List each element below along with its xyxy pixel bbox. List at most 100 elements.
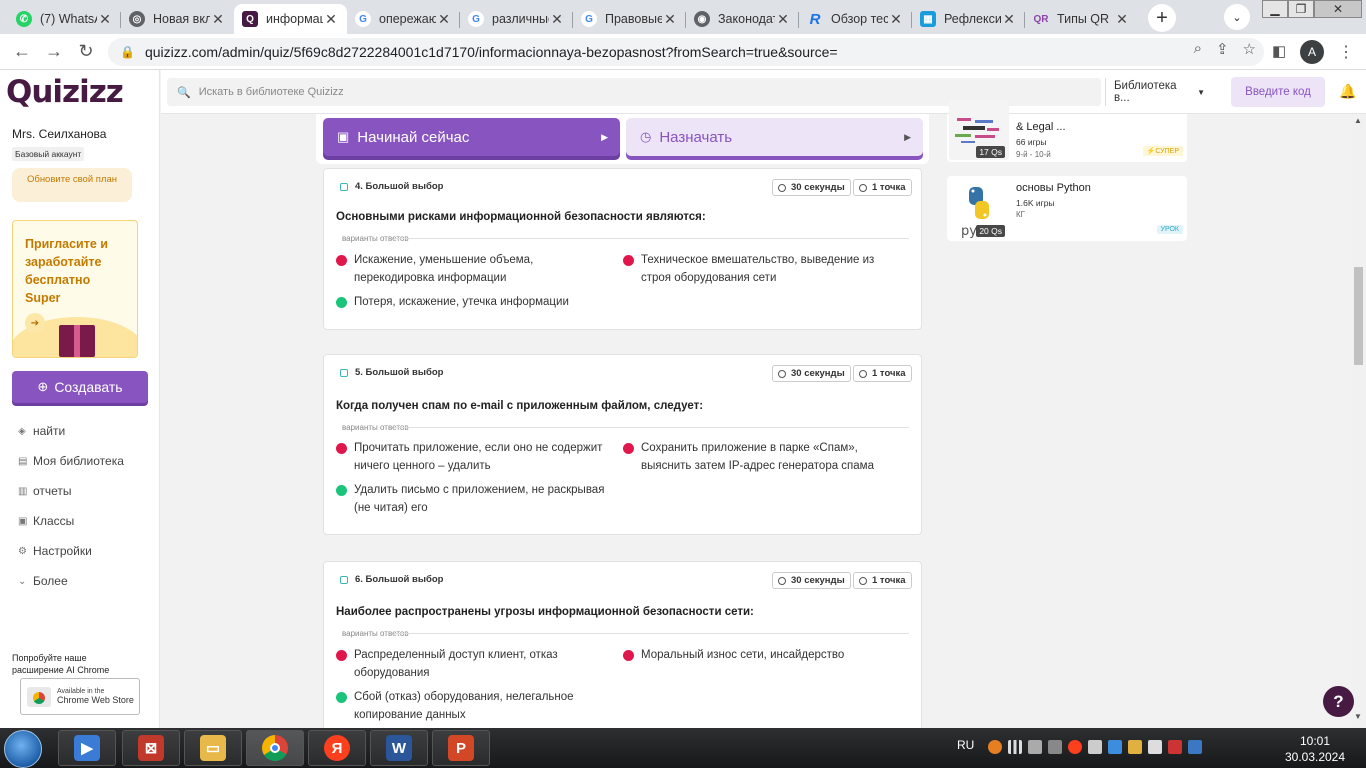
taskbar-media-player[interactable]: ▶ bbox=[58, 730, 116, 766]
taskbar-app[interactable]: ⊠ bbox=[122, 730, 180, 766]
time-badge[interactable]: 30 секунды bbox=[772, 179, 851, 196]
enter-code-button[interactable]: Введите код bbox=[1231, 77, 1325, 107]
scroll-down-icon[interactable]: ▼ bbox=[1354, 712, 1362, 721]
sidebar-item-library[interactable]: ▤ Моя библиотека bbox=[18, 454, 124, 468]
create-button[interactable]: ⊕ Создавать bbox=[12, 371, 148, 403]
sidebar-item-reports[interactable]: ▥ отчеты bbox=[18, 484, 72, 498]
close-tab-icon[interactable]: ✕ bbox=[775, 11, 791, 28]
share-icon[interactable]: ⇪ bbox=[1216, 40, 1229, 58]
incorrect-dot-icon bbox=[336, 650, 347, 661]
close-tab-icon[interactable]: ✕ bbox=[323, 11, 339, 28]
points-badge[interactable]: 1 точка bbox=[853, 179, 912, 196]
browser-tab[interactable]: ◎ Новая вкладка ✕ bbox=[121, 4, 234, 34]
taskbar-yandex[interactable]: Я bbox=[308, 730, 366, 766]
close-tab-icon[interactable]: ✕ bbox=[1001, 11, 1017, 28]
google-icon: G bbox=[355, 11, 371, 27]
nav-label: отчеты bbox=[33, 484, 72, 498]
minimize-button[interactable]: ▁ bbox=[1262, 0, 1288, 18]
question-card[interactable]: 4. Большой выбор 30 секунды 1 точка Осно… bbox=[323, 168, 922, 330]
sidebar-item-settings[interactable]: ⚙ Настройки bbox=[18, 544, 92, 558]
maximize-button[interactable]: ❐ bbox=[1288, 0, 1314, 18]
taskbar-chrome[interactable] bbox=[246, 730, 304, 766]
invite-card[interactable]: Пригласите и заработайте бесплатно Super… bbox=[12, 220, 138, 358]
browser-tab-active[interactable]: Q информационная ✕ bbox=[234, 4, 347, 34]
scroll-up-icon[interactable]: ▲ bbox=[1354, 116, 1362, 125]
check-circle-icon bbox=[859, 369, 867, 378]
system-clock[interactable]: 10:01 30.03.2024 bbox=[1280, 733, 1350, 765]
browser-tab[interactable]: G опережающие ✕ bbox=[347, 4, 460, 34]
arrow-right-icon[interactable]: ➔ bbox=[25, 313, 45, 333]
related-quiz-card[interactable]: 17 Qs & Legal ... 66 игры 9-й - 10-й ⚡СУ… bbox=[947, 100, 1187, 162]
tray-app-icon[interactable] bbox=[1128, 740, 1142, 754]
time-badge[interactable]: 30 секунды bbox=[772, 572, 851, 589]
monitor-icon[interactable] bbox=[1028, 740, 1042, 754]
side-panel-icon[interactable]: ◧ bbox=[1272, 42, 1286, 60]
assign-button[interactable]: ◷ Назначать ▶ bbox=[626, 118, 923, 156]
close-tab-icon[interactable]: ✕ bbox=[210, 11, 226, 28]
help-button[interactable]: ? bbox=[1323, 686, 1354, 717]
back-icon[interactable]: ← bbox=[6, 41, 38, 62]
points-badge[interactable]: 1 точка bbox=[853, 365, 912, 382]
browser-tab[interactable]: G Правовые ✕ bbox=[573, 4, 686, 34]
page-scrollbar[interactable]: ▲ ▼ bbox=[1351, 114, 1366, 728]
start-button[interactable] bbox=[4, 730, 42, 768]
question-card[interactable]: 6. Большой выбор 30 секунды 1 точка Наиб… bbox=[323, 561, 922, 741]
browser-tab[interactable]: ◉ Законодательство ✕ bbox=[686, 4, 799, 34]
chrome-web-store-badge[interactable]: Available in the Chrome Web Store bbox=[20, 678, 140, 715]
flag-icon[interactable] bbox=[1168, 740, 1182, 754]
browser-tab[interactable]: ▦ Рефлексия ✕ bbox=[912, 4, 1025, 34]
sidebar-item-more[interactable]: ⌄ Более bbox=[18, 574, 68, 588]
network-signal-icon[interactable] bbox=[1008, 740, 1022, 754]
browser-tab[interactable]: R Обзор тестов ✕ bbox=[799, 4, 912, 34]
close-tab-icon[interactable]: ✕ bbox=[436, 11, 452, 28]
taskbar-word[interactable]: W bbox=[370, 730, 428, 766]
cws-big-text: Chrome Web Store bbox=[57, 695, 134, 705]
cws-text: Available in the Chrome Web Store bbox=[57, 687, 134, 706]
time-badge[interactable]: 30 секунды bbox=[772, 365, 851, 382]
browser-menu-icon[interactable]: ⋮ bbox=[1338, 42, 1354, 62]
bell-icon[interactable]: 🔔 bbox=[1339, 83, 1356, 100]
close-window-button[interactable]: ✕ bbox=[1314, 0, 1362, 18]
reload-icon[interactable]: ↻ bbox=[70, 41, 102, 62]
browser-tab[interactable]: G различные ✕ bbox=[460, 4, 573, 34]
sidebar-item-classes[interactable]: ▣ Классы bbox=[18, 514, 74, 528]
scrollbar-thumb[interactable] bbox=[1354, 267, 1363, 365]
volume-icon[interactable] bbox=[1088, 740, 1102, 754]
new-tab-button[interactable]: + bbox=[1148, 4, 1176, 32]
taskbar-explorer[interactable]: ▭ bbox=[184, 730, 242, 766]
browser-tab[interactable]: ✆ (7) WhatsApp ✕ bbox=[8, 4, 121, 34]
tab-search-button[interactable]: ⌄ bbox=[1224, 4, 1250, 30]
bookmark-star-icon[interactable]: ☆ bbox=[1243, 40, 1256, 58]
tray-app-icon[interactable] bbox=[988, 740, 1002, 754]
speaker-icon[interactable] bbox=[1148, 740, 1162, 754]
close-tab-icon[interactable]: ✕ bbox=[549, 11, 565, 28]
taskbar-powerpoint[interactable]: P bbox=[432, 730, 490, 766]
sidebar-item-find[interactable]: ◈ найти bbox=[18, 424, 65, 438]
points-badge[interactable]: 1 точка bbox=[853, 572, 912, 589]
profile-avatar[interactable]: A bbox=[1300, 40, 1324, 64]
library-select[interactable]: Библиотека в... ▼ bbox=[1105, 78, 1205, 106]
upgrade-plan-button[interactable]: Обновите свой план bbox=[12, 168, 132, 202]
quizizz-logo[interactable]: Quizizz bbox=[6, 74, 124, 110]
question-card[interactable]: 5. Большой выбор 30 секунды 1 точка Когд… bbox=[323, 354, 922, 535]
related-play-count: 66 игры bbox=[1016, 137, 1047, 147]
language-indicator[interactable]: RU bbox=[957, 738, 974, 752]
tray-app-icon[interactable] bbox=[1108, 740, 1122, 754]
start-now-button[interactable]: ▣ Начинай сейчас ▶ bbox=[323, 118, 620, 156]
action-center-icon[interactable] bbox=[1188, 740, 1202, 754]
browser-tab[interactable]: QR Типы QR ✕ bbox=[1025, 4, 1138, 34]
related-quiz-card[interactable]: py 20 Qs основы Python 1.6K игры КГ УРОК bbox=[947, 176, 1187, 241]
yandex-tray-icon[interactable] bbox=[1068, 740, 1082, 754]
forward-icon[interactable]: → bbox=[38, 41, 70, 62]
url-field[interactable]: 🔒 quizizz.com/admin/quiz/5f69c8d27222840… bbox=[108, 38, 1264, 66]
option-text: Потеря, искажение, утечка информации bbox=[354, 296, 569, 308]
zoom-icon[interactable]: ⌕ bbox=[1194, 40, 1202, 58]
media-player-icon: ▶ bbox=[74, 735, 100, 761]
tray-app-icon[interactable] bbox=[1048, 740, 1062, 754]
close-tab-icon[interactable]: ✕ bbox=[662, 11, 678, 28]
close-tab-icon[interactable]: ✕ bbox=[97, 11, 113, 28]
close-tab-icon[interactable]: ✕ bbox=[888, 11, 904, 28]
plus-circle-icon: ⊕ bbox=[37, 379, 49, 394]
classes-icon: ▣ bbox=[18, 515, 28, 527]
close-tab-icon[interactable]: ✕ bbox=[1114, 11, 1130, 28]
